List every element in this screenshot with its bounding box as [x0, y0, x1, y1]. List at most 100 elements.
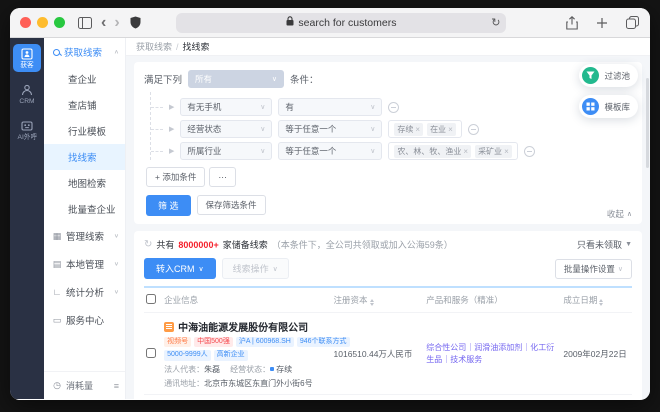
filter-value-chip[interactable]: 采矿业 [475, 144, 512, 158]
sidebar-group-service-center[interactable]: ▭ 服务中心 [44, 306, 125, 334]
products-text[interactable]: 综合性公司｜润滑油添加剂｜化工衍生品｜技术服务 [426, 342, 559, 365]
only-unclaimed-dropdown[interactable]: 只看未领取 ▼ [577, 238, 632, 251]
sort-icon[interactable] [369, 299, 374, 306]
chip-close-icon[interactable] [504, 147, 509, 156]
remove-condition-icon[interactable] [388, 101, 400, 113]
batch-settings-button[interactable]: 批量操作设置 ∨ [554, 258, 632, 279]
header-registered-capital[interactable]: 注册资本 [332, 288, 425, 313]
sidebar-item-batch-search[interactable]: 批量查企业 [44, 196, 125, 222]
header-products: 产品和服务（精准） [426, 295, 503, 305]
filter-values-input[interactable]: 存续 在业 [388, 120, 462, 138]
chevron-down-icon: ∨ [271, 76, 278, 83]
tag-contacts: 946个联系方式 [296, 337, 350, 348]
collapse-filter-link[interactable]: 收起 ∧ [607, 208, 632, 220]
rail-item-leads[interactable]: 获客 [13, 44, 41, 72]
refresh-icon[interactable]: ↻ [144, 239, 152, 250]
add-condition-button[interactable]: + 添加条件 [146, 167, 206, 187]
header-founded-date[interactable]: 成立日期 [561, 288, 632, 313]
row-checkbox[interactable] [146, 347, 156, 358]
save-filter-button[interactable]: 保存筛选条件 [196, 195, 266, 215]
chevron-down-icon: ∨ [370, 148, 376, 155]
filter-logic-select[interactable]: 所有 ∨ [188, 70, 285, 88]
reload-icon[interactable]: ↻ [491, 16, 500, 29]
chip-close-icon[interactable] [448, 125, 453, 134]
filter-operator-value: 等于任意一个 [285, 124, 337, 134]
filter-operator-select[interactable]: 有 ∨ [278, 98, 383, 116]
summary-mid: 家储备线索 [222, 240, 268, 250]
remove-condition-icon[interactable] [523, 145, 535, 157]
rail-item-crm[interactable]: CRM [13, 80, 41, 108]
chip-close-icon[interactable] [415, 125, 420, 134]
consumption-label[interactable]: 消耗量 [66, 379, 93, 392]
template-icon [582, 98, 600, 115]
forward-button[interactable]: › [114, 14, 119, 31]
chip-label: 存续 [397, 124, 414, 134]
tag-top500: 中国500强 [194, 337, 233, 348]
share-icon[interactable] [564, 15, 580, 31]
close-window-button[interactable] [20, 17, 31, 28]
chip-close-icon[interactable] [463, 147, 468, 156]
only-unclaimed-label: 只看未领取 [577, 240, 623, 250]
template-library-label: 模板库 [604, 101, 630, 112]
filter-field-value: 经营状态 [187, 124, 222, 134]
tree-arrow-icon: ▶ [169, 125, 175, 133]
template-library-button[interactable]: 模板库 [579, 95, 638, 118]
lead-action-button[interactable]: 线索操作 ∨ [221, 258, 289, 279]
company-tags-secondary: 5000-9999人 高新企业 [164, 350, 329, 361]
filter-operator-select[interactable]: 等于任意一个 ∨ [278, 142, 383, 160]
sidebar-footer: ◷ 消耗量 ≡ [44, 371, 125, 399]
filter-field-select[interactable]: 所属行业 ∨ [180, 142, 273, 160]
vertical-scrollbar[interactable] [646, 78, 649, 168]
company-name[interactable]: 中海油能源发展股份有限公司 [164, 319, 329, 334]
sidebar-item-industry-template[interactable]: 行业模板 [44, 118, 125, 144]
breadcrumb-parent[interactable]: 获取线索 [136, 40, 172, 53]
sidebar-group-label: 获取线索 [64, 48, 103, 59]
address-bar[interactable]: search for customers ↻ [176, 12, 507, 33]
apply-filter-button[interactable]: 筛 选 [146, 195, 191, 216]
summary-prefix: 共有 [156, 240, 175, 250]
rail-item-label: CRM [19, 98, 35, 105]
chevron-down-icon: ∨ [370, 126, 376, 133]
filter-field-select[interactable]: 有无手机 ∨ [180, 98, 273, 116]
minimize-window-button[interactable] [37, 17, 48, 28]
filter-field-select[interactable]: 经营状态 ∨ [180, 120, 273, 138]
status-dot [270, 366, 275, 371]
tag-headcount: 5000-9999人 [164, 350, 211, 361]
sort-icon[interactable] [599, 299, 604, 306]
filter-prefix-label: 满足下列 [144, 75, 183, 86]
sidebar-item-search-company[interactable]: 查企业 [44, 66, 125, 92]
chevron-up-icon: ∧ [113, 49, 119, 56]
new-tab-icon[interactable] [594, 15, 610, 31]
collapse-sidebar-icon[interactable]: ≡ [114, 381, 119, 391]
search-icon [53, 48, 60, 56]
filter-value-chip[interactable]: 存续 [394, 122, 424, 136]
remove-condition-icon[interactable] [467, 123, 479, 135]
sidebar-toggle-icon[interactable] [77, 15, 93, 31]
to-crm-button[interactable]: 转入CRM ∨ [144, 258, 216, 279]
privacy-shield-icon[interactable] [128, 15, 144, 31]
filter-row: ▶ 所属行业 ∨ 等于任意一个 ∨ 农、林、牧、渔业 采矿 [151, 142, 632, 160]
sidebar-group-manage-leads[interactable]: ▦ 管理线索 ∨ [44, 222, 125, 250]
chart-icon: ∟ [52, 287, 62, 297]
sidebar-item-search-shop[interactable]: 查店铺 [44, 92, 125, 118]
filter-values-input[interactable]: 农、林、牧、渔业 采矿业 [388, 142, 518, 160]
filter-operator-value: 等于任意一个 [285, 146, 337, 156]
filter-value-chip[interactable]: 在业 [427, 122, 456, 136]
sidebar-group-local-manage[interactable]: ▤ 本地管理 ∨ [44, 250, 125, 278]
zoom-window-button[interactable] [54, 17, 65, 28]
filter-pool-button[interactable]: 过滤池 [579, 64, 638, 87]
company-address: 北京市东城区东直门外小街6号 [204, 378, 313, 388]
sidebar-group-statistics[interactable]: ∟ 统计分析 ∨ [44, 278, 125, 306]
back-button[interactable]: ‹ [101, 14, 106, 31]
filter-operator-select[interactable]: 等于任意一个 ∨ [278, 120, 383, 138]
more-conditions-button[interactable]: ⋯ [209, 167, 236, 187]
select-all-checkbox[interactable] [146, 294, 156, 304]
rail-item-ai-call[interactable]: AI外呼 [13, 116, 41, 144]
sidebar-item-map-search[interactable]: 地图检索 [44, 170, 125, 196]
tab-overview-icon[interactable] [624, 15, 640, 31]
sidebar-group-acquire-leads[interactable]: 获取线索 ∧ [44, 38, 125, 66]
filter-row: ▶ 有无手机 ∨ 有 ∨ [151, 98, 632, 116]
filter-value-chip[interactable]: 农、林、牧、渔业 [394, 144, 472, 158]
sidebar-item-find-leads[interactable]: 找线索 [44, 144, 125, 170]
chip-label: 采矿业 [478, 146, 503, 156]
